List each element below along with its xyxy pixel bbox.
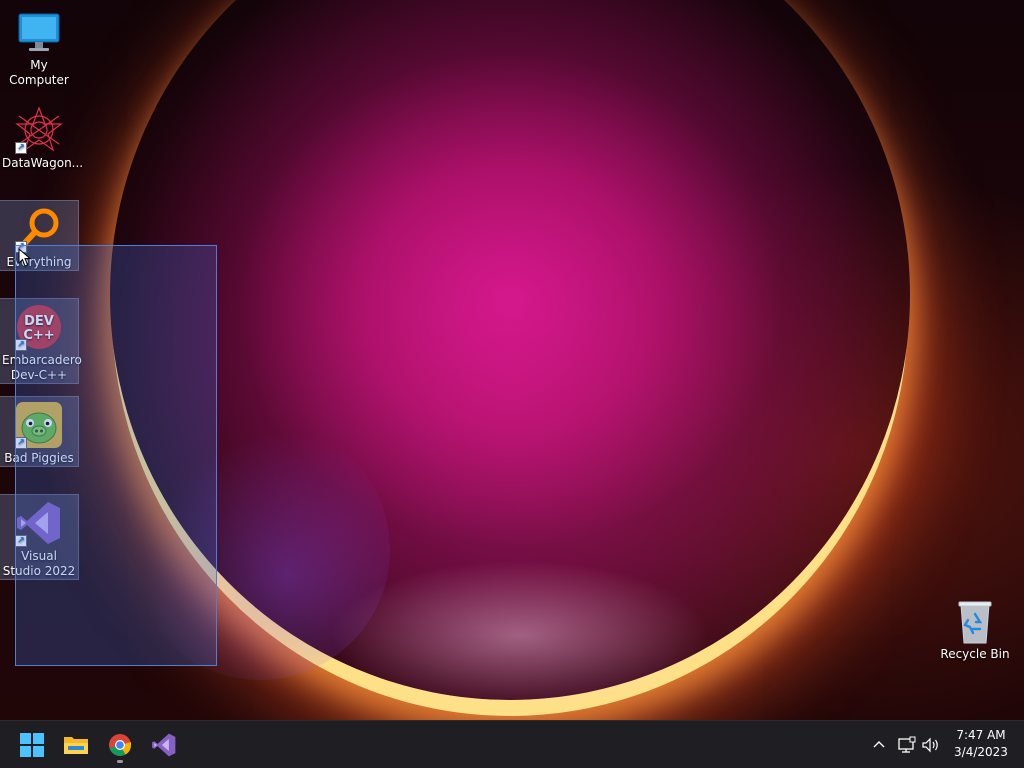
desktop-icon-my-computer[interactable]: My Computer [0, 4, 78, 87]
taskbar-file-explorer-button[interactable] [56, 725, 96, 765]
monitor-icon [15, 8, 63, 56]
system-clock[interactable]: 7:47 AM 3/4/2023 [944, 727, 1018, 761]
desktop-icon-label: Recycle Bin [940, 647, 1010, 661]
windows-start-icon [20, 733, 44, 757]
taskbar-chrome-button[interactable] [100, 725, 140, 765]
drag-selection-rectangle [15, 245, 217, 666]
clock-date: 3/4/2023 [954, 745, 1008, 759]
taskbar-visual-studio-button[interactable] [144, 725, 184, 765]
show-hidden-icons-button[interactable] [868, 733, 890, 757]
mouse-pointer-icon [18, 248, 32, 267]
start-button[interactable] [12, 725, 52, 765]
running-indicator [117, 760, 123, 763]
file-explorer-icon [64, 737, 88, 754]
chrome-icon [109, 734, 131, 756]
desktop-icon-label: DataWagon... [2, 156, 84, 170]
taskbar: 7:47 AM 3/4/2023 [0, 720, 1024, 768]
desktop-icon-recycle-bin[interactable]: Recycle Bin [936, 593, 1014, 665]
clock-time: 7:47 AM [956, 728, 1006, 742]
chevron-up-icon [873, 741, 885, 748]
wallpaper-glow-bottom [330, 560, 710, 710]
volume-icon [922, 737, 938, 753]
desktop-icon-datawagon[interactable]: ↗ DataWagon... [0, 102, 84, 174]
desktop-icon-label: My Computer [9, 58, 69, 87]
visual-studio-icon [152, 733, 176, 757]
datawagon-icon: ↗ [15, 106, 63, 154]
recycle-bin-icon [951, 597, 999, 645]
volume-button[interactable] [920, 733, 942, 757]
shortcut-arrow-icon: ↗ [15, 142, 27, 154]
network-icon [898, 736, 916, 753]
network-button[interactable] [896, 733, 918, 757]
